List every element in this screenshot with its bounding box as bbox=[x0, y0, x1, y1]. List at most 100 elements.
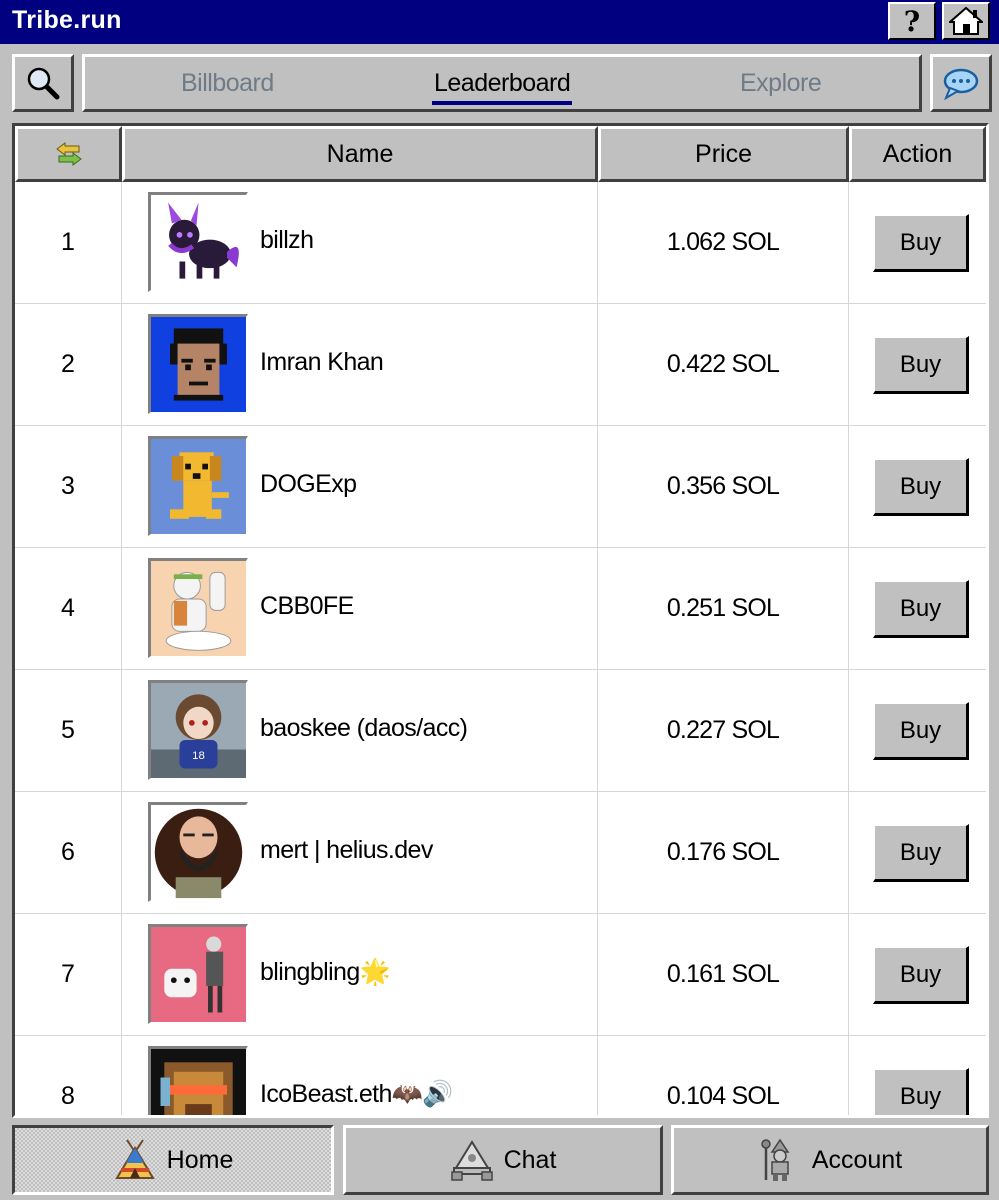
username[interactable]: DOGExp bbox=[260, 470, 357, 499]
table-row: 6 mert | helius.dev 0.176 SOL Buy bbox=[15, 792, 986, 914]
price-cell: 0.251 SOL bbox=[598, 548, 849, 670]
house-icon bbox=[949, 6, 983, 35]
avatar[interactable] bbox=[148, 436, 248, 536]
price-cell: 0.227 SOL bbox=[598, 670, 849, 792]
buy-button[interactable]: Buy bbox=[873, 824, 969, 882]
speech-bubble-icon bbox=[943, 68, 979, 100]
avatar[interactable] bbox=[148, 192, 248, 292]
nav-home-button[interactable]: Home bbox=[12, 1125, 334, 1195]
sort-column-header[interactable] bbox=[15, 126, 122, 182]
name-cell: blingbling🌟 bbox=[122, 914, 598, 1036]
name-cell: mert | helius.dev bbox=[122, 792, 598, 914]
wolf-avatar-image bbox=[151, 195, 246, 290]
avatar[interactable] bbox=[148, 314, 248, 414]
table-row: 3 DOGExp 0.356 SOL Buy bbox=[15, 426, 986, 548]
buy-button[interactable]: Buy bbox=[873, 214, 969, 272]
tab-leaderboard[interactable]: Leaderboard bbox=[432, 69, 573, 105]
chat-bubble-button[interactable] bbox=[930, 54, 992, 112]
tab-leaderboard-label: Leaderboard bbox=[434, 69, 571, 97]
price-cell: 0.104 SOL bbox=[598, 1036, 849, 1115]
rank-cell: 8 bbox=[15, 1036, 122, 1115]
price-cell: 0.422 SOL bbox=[598, 304, 849, 426]
active-tab-underline bbox=[432, 101, 573, 105]
polar-bear-avatar-image bbox=[151, 561, 246, 656]
tab-bar: Billboard Leaderboard Explore bbox=[82, 54, 922, 112]
rank-cell: 4 bbox=[15, 548, 122, 670]
action-cell: Buy bbox=[849, 792, 986, 914]
campfire-icon bbox=[450, 1140, 493, 1181]
avatar[interactable] bbox=[148, 802, 248, 902]
tab-billboard[interactable]: Billboard bbox=[181, 69, 274, 98]
action-cell: Buy bbox=[849, 1036, 986, 1115]
anime-character-avatar-image bbox=[151, 927, 246, 1022]
action-cell: Buy bbox=[849, 182, 986, 304]
action-cell: Buy bbox=[849, 426, 986, 548]
buy-button[interactable]: Buy bbox=[873, 946, 969, 1004]
search-button[interactable] bbox=[12, 54, 74, 112]
name-cell: Imran Khan bbox=[122, 304, 598, 426]
name-cell: billzh bbox=[122, 182, 598, 304]
action-cell: Buy bbox=[849, 548, 986, 670]
action-cell: Buy bbox=[849, 304, 986, 426]
name-cell: DOGExp bbox=[122, 426, 598, 548]
title-bar: Tribe.run ? bbox=[0, 0, 999, 44]
avatar[interactable] bbox=[148, 558, 248, 658]
username[interactable]: IcoBeast.eth🦇🔊 bbox=[260, 1080, 453, 1109]
rank-cell: 6 bbox=[15, 792, 122, 914]
buy-button[interactable]: Buy bbox=[873, 458, 969, 516]
action-cell: Buy bbox=[849, 670, 986, 792]
nav-account-button[interactable]: Account bbox=[671, 1125, 989, 1195]
table-row: 2 Imran Khan 0.422 SOL Buy bbox=[15, 304, 986, 426]
username[interactable]: baoskee (daos/acc) bbox=[260, 714, 468, 743]
action-cell: Buy bbox=[849, 914, 986, 1036]
sort-arrows-icon bbox=[55, 142, 82, 166]
price-cell: 1.062 SOL bbox=[598, 182, 849, 304]
buy-button[interactable]: Buy bbox=[873, 1068, 969, 1115]
avatar[interactable]: 18 bbox=[148, 680, 248, 780]
bottom-navigation: Home Chat Account bbox=[12, 1125, 989, 1195]
name-column-header[interactable]: Name bbox=[122, 126, 598, 182]
name-cell: 18 baoskee (daos/acc) bbox=[122, 670, 598, 792]
tipi-icon bbox=[114, 1139, 155, 1179]
buy-button[interactable]: Buy bbox=[873, 336, 969, 394]
buy-button[interactable]: Buy bbox=[873, 702, 969, 760]
username[interactable]: CBB0FE bbox=[260, 592, 354, 621]
home-button[interactable] bbox=[942, 2, 990, 40]
nav-chat-button[interactable]: Chat bbox=[343, 1125, 663, 1195]
svg-text:18: 18 bbox=[192, 750, 205, 762]
price-column-header[interactable]: Price bbox=[598, 126, 849, 182]
username[interactable]: blingbling🌟 bbox=[260, 958, 391, 987]
leaderboard-table: Name Price Action 1 billzh 1.062 SOL Buy… bbox=[12, 123, 989, 1118]
pixel-dog-avatar-image bbox=[151, 439, 246, 534]
table-row: 4 CBB0FE 0.251 SOL Buy bbox=[15, 548, 986, 670]
rank-cell: 2 bbox=[15, 304, 122, 426]
pixel-lion-avatar-image bbox=[151, 1049, 246, 1115]
avatar[interactable] bbox=[148, 1046, 248, 1115]
username[interactable]: billzh bbox=[260, 226, 314, 255]
table-row: 7 blingbling🌟 0.161 SOL Buy bbox=[15, 914, 986, 1036]
buy-button[interactable]: Buy bbox=[873, 580, 969, 638]
tab-explore[interactable]: Explore bbox=[740, 69, 822, 98]
price-cell: 0.356 SOL bbox=[598, 426, 849, 548]
girl-avatar-image: 18 bbox=[151, 683, 246, 778]
rank-cell: 7 bbox=[15, 914, 122, 1036]
bearded-man-avatar-image bbox=[151, 805, 246, 900]
username[interactable]: mert | helius.dev bbox=[260, 836, 433, 865]
price-cell: 0.161 SOL bbox=[598, 914, 849, 1036]
pixel-man-avatar-image bbox=[151, 317, 246, 412]
nav-account-label: Account bbox=[811, 1145, 903, 1174]
shaman-icon bbox=[761, 1138, 790, 1181]
rank-cell: 5 bbox=[15, 670, 122, 792]
magnifier-icon bbox=[27, 67, 60, 100]
table-row: 1 billzh 1.062 SOL Buy bbox=[15, 182, 986, 304]
nav-chat-label: Chat bbox=[503, 1145, 557, 1174]
rank-cell: 1 bbox=[15, 182, 122, 304]
username[interactable]: Imran Khan bbox=[260, 348, 384, 377]
table-header: Name Price Action bbox=[15, 126, 986, 182]
name-cell: CBB0FE bbox=[122, 548, 598, 670]
action-column-header: Action bbox=[849, 126, 986, 182]
name-cell: IcoBeast.eth🦇🔊 bbox=[122, 1036, 598, 1115]
avatar[interactable] bbox=[148, 924, 248, 1024]
app-title: Tribe.run bbox=[12, 6, 122, 34]
help-button[interactable]: ? bbox=[888, 2, 936, 40]
